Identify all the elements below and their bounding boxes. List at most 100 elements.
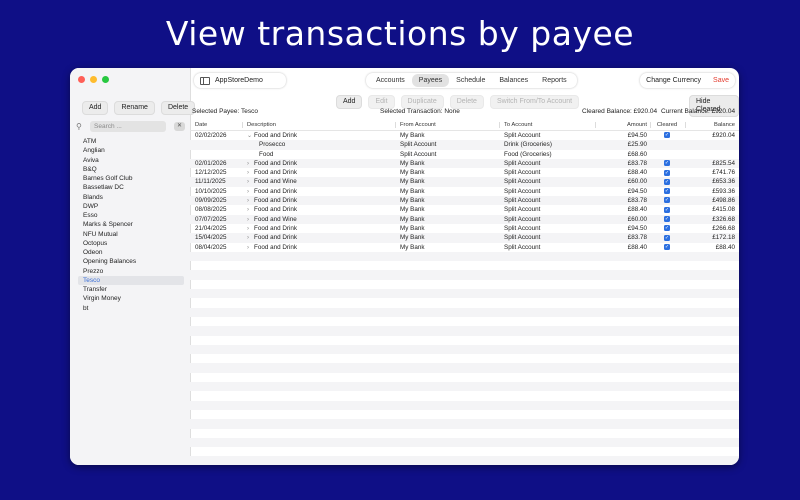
table-row [190, 298, 739, 307]
table-row[interactable]: 02/01/2026 › Food and Drink My Bank Split Ac… [190, 158, 739, 169]
payee-item[interactable]: Anglian [78, 146, 184, 155]
cleared-checkbox[interactable]: ✓ [653, 243, 681, 252]
cell-to-account: Food (Groceries) [504, 150, 552, 158]
table-row[interactable]: Prosecco Split Account Drink (Groceries) £2… [190, 140, 739, 150]
cleared-checkbox[interactable]: ✓ [653, 196, 681, 205]
toolbar: AppStoreDemo Accounts Payees Schedule Balan… [190, 68, 739, 94]
checkmark-icon: ✓ [664, 216, 670, 222]
cell-from-account: My Bank [400, 224, 425, 232]
table-row [190, 307, 739, 317]
rename-payee-button[interactable]: Rename [114, 101, 155, 115]
close-window-button[interactable] [78, 76, 85, 83]
change-currency-button[interactable]: Change Currency [646, 77, 701, 84]
add-button[interactable]: Add [336, 95, 363, 109]
cleared-checkbox[interactable]: ✓ [653, 168, 681, 177]
tab-schedule[interactable]: Schedule [449, 74, 492, 87]
cell-amount: £83.78 [627, 197, 647, 205]
tab-reports[interactable]: Reports [535, 74, 574, 87]
table-row[interactable]: 11/11/2025 › Food and Wine My Bank Split Acc… [190, 177, 739, 187]
table-row[interactable]: 09/09/2025 › Food and Drink My Bank Split Ac… [190, 196, 739, 206]
column-header-to-account[interactable]: To Account [504, 120, 532, 130]
cleared-checkbox[interactable]: ✓ [653, 131, 681, 140]
checkmark-icon: ✓ [664, 169, 670, 176]
table-row [190, 280, 739, 289]
cell-from-account: My Bank [400, 206, 425, 214]
column-header-date[interactable]: Date [195, 120, 207, 130]
payee-item[interactable]: B&Q [78, 165, 184, 174]
tab-balances[interactable]: Balances [492, 74, 535, 87]
payee-item[interactable]: Bassetlaw DC [78, 183, 184, 192]
checkmark-icon: ✓ [664, 243, 670, 250]
cell-date: 11/11/2025 [195, 178, 226, 186]
payee-item[interactable]: Odeon [78, 248, 184, 257]
cell-date: 12/12/2025 [195, 169, 227, 177]
column-header-balance[interactable]: Balance [690, 120, 735, 130]
tab-accounts[interactable]: Accounts [369, 74, 412, 87]
search-input[interactable]: Search ... [90, 121, 166, 132]
table-row [190, 354, 739, 363]
payee-item[interactable]: Virgin Money [78, 294, 184, 303]
payee-item[interactable]: Barnes Golf Club [78, 174, 184, 183]
column-header-cleared[interactable]: Cleared [653, 120, 681, 130]
cell-amount: £60.00 [627, 215, 647, 223]
cleared-checkbox[interactable]: ✓ [653, 233, 681, 242]
cell-date: 02/02/2026 [195, 132, 227, 139]
column-header-from-account[interactable]: From Account [400, 120, 436, 130]
payee-item[interactable]: Marks & Spencer [78, 220, 184, 229]
tab-payees[interactable]: Payees [411, 74, 450, 87]
transaction-actions: Add Edit Duplicate Delete Switch From/To Acc… [336, 95, 580, 109]
cleared-checkbox[interactable]: ✓ [653, 177, 681, 186]
minimize-window-button[interactable] [90, 76, 97, 83]
table-row[interactable]: 15/04/2025 › Food and Drink My Bank Split Ac… [190, 233, 739, 243]
payee-item[interactable]: Opening Balances [78, 257, 184, 266]
payee-item[interactable]: Transfer [78, 285, 184, 294]
payee-item[interactable]: Prezzo [78, 267, 184, 276]
view-tabs: Accounts Payees Schedule Balances Reports [366, 73, 577, 88]
payee-item[interactable]: Aviva [78, 156, 184, 165]
delete-payee-button[interactable]: Delete [160, 101, 196, 115]
cleared-checkbox[interactable]: ✓ [653, 159, 681, 168]
cleared-checkbox[interactable]: ✓ [653, 205, 681, 214]
table-row[interactable]: 21/04/2025 › Food and Drink My Bank Split Ac… [190, 224, 739, 233]
delete-button[interactable]: Delete [449, 95, 484, 109]
table-row [190, 363, 739, 373]
table-row[interactable]: Food Split Account Food (Groceries) £68.60 [190, 150, 739, 159]
sidebar-toggle-icon[interactable] [200, 77, 210, 85]
cell-balance: £741.76 [712, 169, 735, 177]
cell-from-account: My Bank [400, 132, 425, 139]
hero-title: View transactions by payee [165, 14, 635, 53]
cell-date: 08/04/2025 [195, 243, 227, 251]
table-row[interactable]: 02/02/2026 ⌄ Food and Drink My Bank Split Ac… [190, 131, 739, 140]
payee-item[interactable]: NFU Mutual [78, 230, 184, 239]
payee-item[interactable]: Tesco [78, 275, 184, 285]
payee-item[interactable]: Octopus [78, 239, 184, 248]
payee-item[interactable]: ATM [78, 137, 184, 146]
add-payee-button[interactable]: Add [82, 101, 109, 115]
clear-search-icon[interactable]: ✕ [174, 122, 185, 131]
cleared-checkbox[interactable]: ✓ [653, 187, 681, 196]
payee-item[interactable]: Blands [78, 193, 184, 202]
cell-description: Prosecco [247, 140, 285, 149]
payee-item[interactable]: DWP [78, 202, 184, 211]
cell-balance: £88.40 [715, 243, 735, 251]
document-title-pill[interactable]: AppStoreDemo [194, 73, 286, 88]
table-row[interactable]: 08/04/2025 › Food and Drink My Bank Split Ac… [190, 243, 739, 252]
edit-button[interactable]: Edit [368, 95, 395, 109]
duplicate-button[interactable]: Duplicate [400, 95, 444, 109]
column-header-amount[interactable]: Amount [600, 120, 647, 130]
payee-item[interactable]: bt [78, 304, 184, 313]
checkmark-icon: ✓ [664, 132, 670, 139]
save-button[interactable]: Save [713, 77, 729, 84]
table-row[interactable]: 10/10/2025 › Food and Drink My Bank Split Ac… [190, 187, 739, 196]
cell-date: 08/08/2025 [195, 206, 227, 214]
current-balance-label: Current Balance: £920.04 [661, 108, 736, 115]
table-row[interactable]: 07/07/2025 › Food and Wine My Bank Split Acc… [190, 214, 739, 224]
switch-from-to-account-button[interactable]: Switch From/To Account [489, 95, 580, 109]
column-header-description[interactable]: Description [247, 120, 276, 130]
payee-item[interactable]: Esso [78, 211, 184, 220]
cleared-checkbox[interactable]: ✓ [653, 215, 681, 224]
zoom-window-button[interactable] [102, 76, 109, 83]
cleared-checkbox[interactable]: ✓ [653, 224, 681, 233]
table-row[interactable]: 12/12/2025 › Food and Drink My Bank Split Ac… [190, 168, 739, 177]
table-row[interactable]: 08/08/2025 › Food and Drink My Bank Split Ac… [190, 205, 739, 214]
